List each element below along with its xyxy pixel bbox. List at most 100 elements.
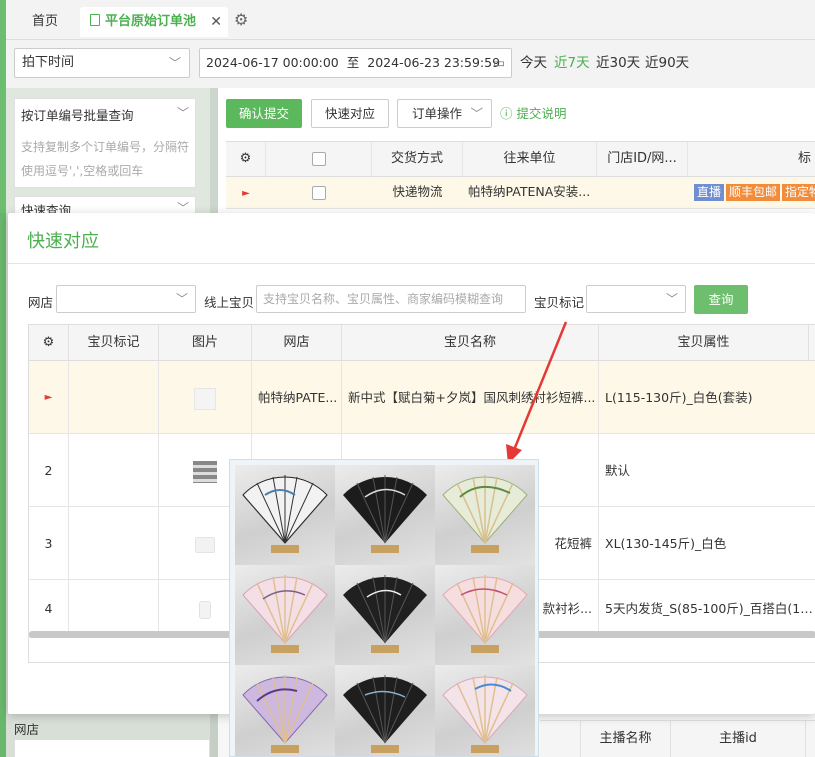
row-store-id — [597, 177, 688, 209]
fan-image — [335, 665, 435, 756]
tag-sf-free: 顺丰包邮 — [726, 184, 781, 201]
quick-match-button[interactable]: 快速对应 — [311, 99, 389, 128]
batch-query-box[interactable]: 按订单编号批量查询 ﹀ 支持复制多个订单编号，分隔符使用逗号',',空格或回车 — [14, 98, 196, 188]
row-index: 2 — [29, 434, 69, 507]
row-index: 4 — [29, 580, 69, 638]
bottom-table-header: 主播名称 主播id — [540, 720, 815, 757]
date-separator: 至 — [346, 55, 360, 70]
fan-image — [435, 665, 535, 756]
quick-range-today[interactable]: 今天 — [520, 48, 547, 78]
fan-image — [235, 665, 335, 756]
header-delivery: 交货方式 — [372, 142, 463, 178]
row-delivery: 快递物流 — [392, 184, 443, 199]
chevron-down-icon: ﹀ — [665, 292, 678, 306]
header-image: 图片 — [159, 325, 252, 361]
fan-image — [335, 465, 435, 565]
header-checkbox-cell[interactable] — [266, 142, 372, 178]
chevron-down-icon: ﹀ — [176, 106, 189, 120]
query-button[interactable]: 查询 — [694, 285, 748, 314]
tab-order-pool[interactable]: 平台原始订单池 ✕ — [80, 7, 228, 37]
fan-image — [335, 565, 435, 665]
gear-icon[interactable]: ⚙ — [29, 325, 69, 361]
row-image-cell[interactable] — [159, 361, 252, 434]
header-item-attr: 宝贝属性 — [599, 325, 809, 361]
select-all-checkbox[interactable] — [311, 151, 326, 166]
table-row[interactable]: ► 快递物流 帕特纳PATENA安装... 直播顺丰包邮指定物 — [226, 177, 815, 209]
product-thumbnail[interactable] — [199, 600, 211, 619]
chevron-down-icon: ﹀ — [175, 292, 188, 306]
side-shop-label: 网店 — [14, 722, 40, 737]
calendar-icon[interactable]: ▭ — [493, 49, 505, 77]
modal-title: 快速对应 — [27, 231, 99, 252]
online-item-label: 线上宝贝 — [204, 295, 255, 310]
product-thumbnail[interactable] — [194, 387, 216, 410]
header-tags: 标 — [797, 151, 811, 166]
fan-image — [235, 565, 335, 665]
tag-designated: 指定物 — [782, 184, 815, 201]
row-item-attr: 默认 — [605, 463, 631, 478]
header-streamer-id: 主播id — [671, 721, 806, 757]
product-thumbnail[interactable] — [195, 536, 215, 553]
red-arrow-annotation — [506, 321, 568, 464]
confirm-submit-button[interactable]: 确认提交 — [226, 99, 302, 128]
order-ops-label: 订单操作 — [412, 106, 463, 121]
image-preview-popover — [229, 459, 539, 757]
tab-bar: 首页 平台原始订单池 ✕ ⚙ — [6, 0, 815, 40]
quick-range-7days[interactable]: 近7天 — [554, 48, 590, 78]
gear-icon[interactable]: ⚙ — [226, 142, 266, 178]
row-checkbox-cell[interactable] — [266, 177, 372, 209]
header-streamer-name: 主播名称 — [580, 721, 671, 757]
row-shop: 帕特纳PATE... — [252, 361, 342, 434]
row-item-attr: L(115-130斤)_白色(套装) — [605, 390, 753, 405]
row-tags: 直播顺丰包邮指定物 — [694, 177, 815, 209]
row-item-tag — [69, 361, 159, 434]
tab-order-pool-label: 平台原始订单池 — [105, 14, 197, 29]
batch-query-hint: 支持复制多个订单编号，分隔符使用逗号',',空格或回车 — [21, 140, 190, 178]
product-image-preview — [235, 465, 535, 756]
order-ops-button[interactable]: 订单操作 ﹀ — [397, 99, 492, 128]
side-shop-select[interactable] — [14, 739, 210, 757]
fan-image — [235, 465, 335, 565]
date-end: 2024-06-23 23:59:59 — [367, 55, 501, 70]
date-start: 2024-06-17 00:00:00 — [206, 55, 339, 70]
filter-bar: 拍下时间 ﹀ 2024-06-17 00:00:00 至 2024-06-23 23… — [6, 40, 815, 88]
date-range-input[interactable]: 2024-06-17 00:00:00 至 2024-06-23 23:59:59 … — [199, 48, 512, 78]
online-item-input[interactable]: 支持宝贝名称、宝贝属性、商家编码模糊查询 — [256, 285, 526, 313]
row-index: 3 — [29, 507, 69, 580]
row-partner: 帕特纳PATENA安装... — [468, 184, 591, 199]
modal-divider — [8, 263, 815, 264]
table-row[interactable]: ► 帕特纳PATE... 新中式【赋白菊+夕岚】国风刺绣衬衫短裤... L(11… — [29, 361, 815, 434]
close-icon[interactable]: ✕ — [210, 7, 222, 37]
submit-help-label: 提交说明 — [516, 106, 567, 121]
shop-label: 网店 — [28, 295, 54, 310]
row-pointer-icon: ► — [242, 188, 250, 199]
tab-home[interactable]: 首页 — [32, 7, 58, 37]
header-store-id: 门店ID/网... — [597, 142, 688, 178]
row-item-tag — [69, 507, 159, 580]
shop-select[interactable]: ﹀ — [56, 285, 196, 313]
chevron-down-icon: ﹀ — [168, 56, 181, 70]
fan-image — [435, 565, 535, 665]
header-partner: 往来单位 — [463, 142, 597, 178]
document-icon — [90, 14, 100, 26]
time-type-value: 拍下时间 — [22, 55, 75, 70]
item-tag-select[interactable]: ﹀ — [586, 285, 686, 313]
batch-query-label: 按订单编号批量查询 — [21, 108, 134, 123]
gear-icon[interactable]: ⚙ — [234, 10, 248, 29]
item-tag-label: 宝贝标记 — [534, 295, 585, 310]
row-item-tag — [69, 580, 159, 638]
header-item-tag: 宝贝标记 — [69, 325, 159, 361]
row-item-tag — [69, 434, 159, 507]
quick-range-90days[interactable]: 近90天 — [645, 48, 689, 78]
time-type-select[interactable]: 拍下时间 ﹀ — [14, 48, 190, 78]
product-thumbnail[interactable] — [193, 460, 217, 483]
header-shop: 网店 — [252, 325, 342, 361]
row-item-attr: 5天内发货_S(85-100斤)_百搭白(11... — [605, 601, 815, 616]
info-icon: ⓘ — [500, 106, 513, 121]
row-checkbox[interactable] — [312, 185, 326, 200]
online-item-placeholder: 支持宝贝名称、宝贝属性、商家编码模糊查询 — [263, 292, 504, 306]
submit-help-link[interactable]: ⓘ 提交说明 — [500, 99, 567, 128]
order-table-header: ⚙ 交货方式 往来单位 门店ID/网... 标 — [226, 141, 815, 178]
quick-range-30days[interactable]: 近30天 — [596, 48, 640, 78]
chevron-down-icon: ﹀ — [470, 106, 483, 121]
